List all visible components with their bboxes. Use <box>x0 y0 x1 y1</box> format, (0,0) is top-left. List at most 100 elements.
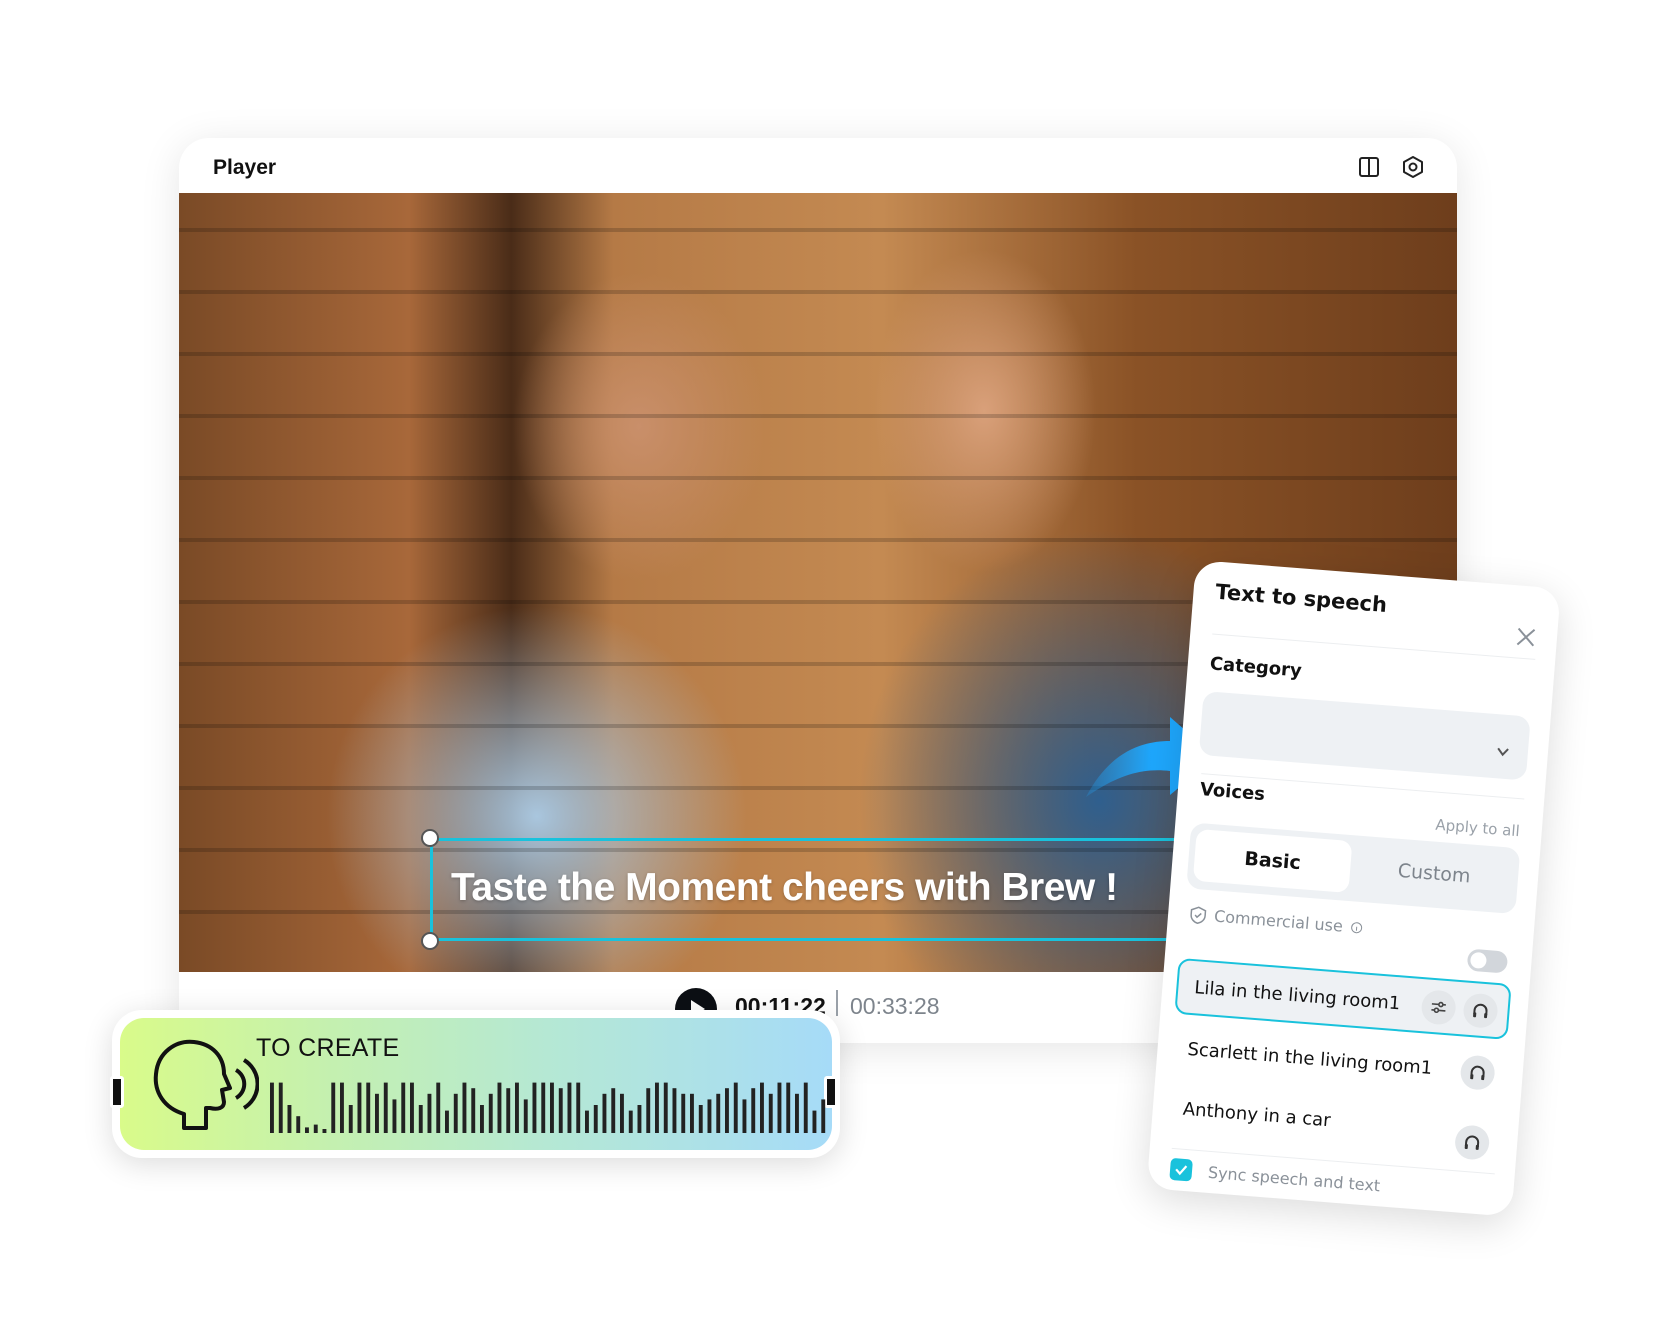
resize-handle-top-left[interactable] <box>421 829 439 847</box>
waveform-bar <box>742 1099 747 1133</box>
text-to-speech-panel: Text to speech Category Voices Apply to … <box>1146 560 1561 1217</box>
waveform-bar <box>305 1127 309 1133</box>
speaking-head-icon <box>153 1039 259 1130</box>
waveform-bar <box>707 1099 712 1133</box>
waveform-bar <box>646 1088 651 1133</box>
trim-handle-left[interactable] <box>110 1076 124 1108</box>
waveform-bar <box>733 1082 738 1133</box>
waveform-bar <box>278 1082 283 1133</box>
waveform-bar <box>663 1082 668 1133</box>
waveform-bar <box>716 1093 721 1133</box>
waveform-bar <box>760 1082 764 1133</box>
waveform-bar <box>480 1105 484 1133</box>
waveform-bar <box>777 1082 782 1133</box>
waveform-bar <box>532 1082 537 1133</box>
waveform-bar <box>593 1105 598 1133</box>
split-view-icon[interactable] <box>1357 155 1381 179</box>
waveform-bar <box>313 1124 318 1133</box>
caption-text[interactable]: Taste the Moment cheers with Brew ! <box>451 866 1118 910</box>
check-icon <box>1175 1165 1188 1176</box>
category-select[interactable] <box>1198 691 1531 781</box>
chevron-down-icon <box>1497 747 1509 757</box>
waveform-bar <box>515 1082 519 1133</box>
waveform-bar <box>672 1088 677 1133</box>
waveform-bar <box>366 1082 371 1133</box>
close-icon[interactable] <box>1514 625 1538 649</box>
shield-check-icon <box>1190 905 1207 924</box>
apply-to-all-link[interactable]: Apply to all <box>1435 816 1521 841</box>
sync-checkbox[interactable] <box>1169 1157 1193 1182</box>
waveform-bar <box>690 1093 694 1133</box>
category-label: Category <box>1209 653 1303 682</box>
waveform-bar <box>427 1093 432 1133</box>
waveform-bar <box>681 1093 686 1133</box>
panel-title: Text to speech <box>1214 579 1388 618</box>
audio-waveform <box>270 1082 826 1133</box>
waveform-bar <box>611 1088 616 1133</box>
voice-settings-button[interactable] <box>1420 989 1457 1026</box>
info-icon[interactable] <box>1350 921 1363 934</box>
commercial-use-toggle[interactable] <box>1466 948 1509 974</box>
waveform-bar <box>541 1082 546 1133</box>
player-title: Player <box>213 156 277 179</box>
waveform-bar <box>331 1082 336 1133</box>
commercial-use-label: Commercial use <box>1213 906 1344 936</box>
waveform-bar <box>567 1082 572 1133</box>
waveform-bar <box>348 1105 353 1133</box>
waveform-bar <box>270 1082 274 1133</box>
preview-voice-button[interactable] <box>1459 1054 1496 1091</box>
waveform-bar <box>655 1082 659 1133</box>
waveform-bar <box>803 1082 808 1133</box>
waveform-bar <box>620 1093 624 1133</box>
waveform-bar <box>357 1082 362 1133</box>
waveform-bar <box>445 1110 449 1133</box>
voices-label: Voices <box>1199 779 1266 806</box>
waveform-bar <box>602 1093 607 1133</box>
time-separator <box>836 990 838 1016</box>
tab-basic[interactable]: Basic <box>1192 828 1353 893</box>
waveform-bar <box>418 1105 423 1133</box>
waveform-bar <box>287 1105 292 1133</box>
waveform-bar <box>410 1082 414 1133</box>
waveform-bar <box>821 1099 826 1133</box>
waveform-bar <box>637 1105 642 1133</box>
waveform-bar <box>436 1082 441 1133</box>
waveform-bar <box>812 1110 817 1133</box>
waveform-bar <box>462 1082 467 1133</box>
waveform-bar <box>558 1088 563 1133</box>
sync-label: Sync speech and text <box>1207 1162 1381 1195</box>
commercial-use-row: Commercial use <box>1189 905 1363 938</box>
waveform-bar <box>628 1110 633 1133</box>
preview-voice-button[interactable] <box>1462 992 1499 1029</box>
waveform-bar <box>550 1082 554 1133</box>
clip-label: TO CREATE <box>256 1034 400 1062</box>
waveform-bar <box>698 1105 703 1133</box>
waveform-bar <box>392 1099 397 1133</box>
waveform-bar <box>375 1093 379 1133</box>
waveform-bar <box>725 1088 729 1133</box>
voice-name: Anthony in a car <box>1182 1098 1332 1132</box>
time-total: 00:33:28 <box>850 993 940 1019</box>
waveform-bar <box>795 1093 799 1133</box>
waveform-bar <box>383 1082 388 1133</box>
waveform-bar <box>497 1082 502 1133</box>
waveform-bar <box>786 1082 791 1133</box>
waveform-bar <box>523 1099 528 1133</box>
headphones-icon <box>1473 1003 1488 1019</box>
headphones-icon <box>1464 1135 1480 1150</box>
waveform-bar <box>488 1093 493 1133</box>
waveform-bar <box>585 1110 589 1133</box>
resize-handle-bottom-left[interactable] <box>421 932 439 950</box>
waveform-bar <box>453 1093 458 1133</box>
settings-icon[interactable] <box>1401 155 1425 179</box>
preview-voice-button[interactable] <box>1453 1124 1491 1161</box>
waveform-bar <box>768 1093 773 1133</box>
voice-name: Lila in the living room1 <box>1193 977 1402 1015</box>
waveform-bar <box>506 1088 511 1133</box>
sync-row: Sync speech and text <box>1169 1157 1381 1196</box>
player-header: Player <box>179 138 1457 193</box>
tab-custom[interactable]: Custom <box>1354 842 1514 906</box>
waveform-bar <box>401 1082 406 1133</box>
headphones-icon <box>1470 1065 1485 1081</box>
waveform-bar <box>340 1082 344 1133</box>
